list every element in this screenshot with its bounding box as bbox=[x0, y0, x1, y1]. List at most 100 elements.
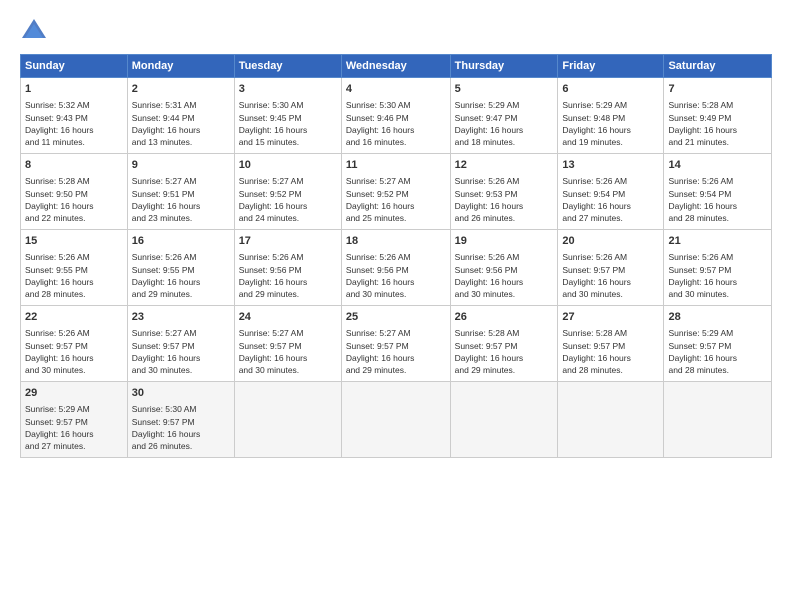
day-number: 16 bbox=[132, 234, 230, 249]
day-info: Sunrise: 5:27 AM Sunset: 9:57 PM Dayligh… bbox=[239, 327, 337, 376]
col-header-tuesday: Tuesday bbox=[234, 55, 341, 78]
day-number: 9 bbox=[132, 158, 230, 173]
day-cell: 7 Sunrise: 5:28 AM Sunset: 9:49 PM Daylig… bbox=[664, 78, 772, 154]
day-cell: 30Sunrise: 5:30 AM Sunset: 9:57 PM Dayli… bbox=[127, 382, 234, 458]
day-number: 10 bbox=[239, 158, 337, 173]
day-info: Sunrise: 5:29 AM Sunset: 9:47 PM Dayligh… bbox=[455, 99, 554, 148]
day-info: Sunrise: 5:26 AM Sunset: 9:57 PM Dayligh… bbox=[668, 251, 767, 300]
header bbox=[20, 16, 772, 44]
header-row: SundayMondayTuesdayWednesdayThursdayFrid… bbox=[21, 55, 772, 78]
day-cell: 21 Sunrise: 5:26 AM Sunset: 9:57 PM Dayli… bbox=[664, 230, 772, 306]
col-header-sunday: Sunday bbox=[21, 55, 128, 78]
day-number: 5 bbox=[455, 82, 554, 97]
day-number: 1 bbox=[25, 82, 123, 97]
day-number: 4 bbox=[346, 82, 446, 97]
col-header-friday: Friday bbox=[558, 55, 664, 78]
day-cell: 19Sunrise: 5:26 AM Sunset: 9:56 PM Dayli… bbox=[450, 230, 558, 306]
day-info: Sunrise: 5:27 AM Sunset: 9:51 PM Dayligh… bbox=[132, 175, 230, 224]
day-info: Sunrise: 5:26 AM Sunset: 9:53 PM Dayligh… bbox=[455, 175, 554, 224]
day-cell: 25 Sunrise: 5:27 AM Sunset: 9:57 PM Dayli… bbox=[341, 306, 450, 382]
day-info: Sunrise: 5:29 AM Sunset: 9:57 PM Dayligh… bbox=[668, 327, 767, 376]
day-cell bbox=[558, 382, 664, 458]
calendar-body: 1 Sunrise: 5:32 AM Sunset: 9:43 PM Daylig… bbox=[21, 78, 772, 458]
day-cell: 9 Sunrise: 5:27 AM Sunset: 9:51 PM Daylig… bbox=[127, 154, 234, 230]
day-cell: 18Sunrise: 5:26 AM Sunset: 9:56 PM Dayli… bbox=[341, 230, 450, 306]
day-info: Sunrise: 5:26 AM Sunset: 9:55 PM Dayligh… bbox=[132, 251, 230, 300]
week-row-1: 1 Sunrise: 5:32 AM Sunset: 9:43 PM Daylig… bbox=[21, 78, 772, 154]
day-number: 3 bbox=[239, 82, 337, 97]
day-cell: 28 Sunrise: 5:29 AM Sunset: 9:57 PM Dayli… bbox=[664, 306, 772, 382]
page: SundayMondayTuesdayWednesdayThursdayFrid… bbox=[0, 0, 792, 612]
week-row-3: 15 Sunrise: 5:26 AM Sunset: 9:55 PM Dayli… bbox=[21, 230, 772, 306]
day-number: 24 bbox=[239, 310, 337, 325]
day-cell: 4 Sunrise: 5:30 AM Sunset: 9:46 PM Daylig… bbox=[341, 78, 450, 154]
week-row-4: 22 Sunrise: 5:26 AM Sunset: 9:57 PM Dayli… bbox=[21, 306, 772, 382]
day-info: Sunrise: 5:30 AM Sunset: 9:57 PM Dayligh… bbox=[132, 403, 230, 452]
day-number: 20 bbox=[562, 234, 659, 249]
day-info: Sunrise: 5:27 AM Sunset: 9:52 PM Dayligh… bbox=[239, 175, 337, 224]
day-cell: 23 Sunrise: 5:27 AM Sunset: 9:57 PM Dayli… bbox=[127, 306, 234, 382]
day-cell bbox=[341, 382, 450, 458]
day-cell: 24 Sunrise: 5:27 AM Sunset: 9:57 PM Dayli… bbox=[234, 306, 341, 382]
day-number: 15 bbox=[25, 234, 123, 249]
day-info: Sunrise: 5:26 AM Sunset: 9:54 PM Dayligh… bbox=[668, 175, 767, 224]
day-info: Sunrise: 5:30 AM Sunset: 9:45 PM Dayligh… bbox=[239, 99, 337, 148]
day-number: 17 bbox=[239, 234, 337, 249]
day-info: Sunrise: 5:26 AM Sunset: 9:57 PM Dayligh… bbox=[25, 327, 123, 376]
day-info: Sunrise: 5:30 AM Sunset: 9:46 PM Dayligh… bbox=[346, 99, 446, 148]
logo-icon bbox=[20, 16, 48, 44]
day-cell bbox=[234, 382, 341, 458]
day-info: Sunrise: 5:27 AM Sunset: 9:57 PM Dayligh… bbox=[132, 327, 230, 376]
day-cell: 16 Sunrise: 5:26 AM Sunset: 9:55 PM Dayli… bbox=[127, 230, 234, 306]
day-cell: 3 Sunrise: 5:30 AM Sunset: 9:45 PM Daylig… bbox=[234, 78, 341, 154]
col-header-monday: Monday bbox=[127, 55, 234, 78]
day-cell: 2Sunrise: 5:31 AM Sunset: 9:44 PM Daylig… bbox=[127, 78, 234, 154]
day-number: 12 bbox=[455, 158, 554, 173]
col-header-thursday: Thursday bbox=[450, 55, 558, 78]
day-number: 14 bbox=[668, 158, 767, 173]
col-header-wednesday: Wednesday bbox=[341, 55, 450, 78]
day-number: 11 bbox=[346, 158, 446, 173]
col-header-saturday: Saturday bbox=[664, 55, 772, 78]
day-info: Sunrise: 5:28 AM Sunset: 9:49 PM Dayligh… bbox=[668, 99, 767, 148]
day-number: 23 bbox=[132, 310, 230, 325]
day-number: 22 bbox=[25, 310, 123, 325]
day-cell: 27 Sunrise: 5:28 AM Sunset: 9:57 PM Dayli… bbox=[558, 306, 664, 382]
day-cell: 10 Sunrise: 5:27 AM Sunset: 9:52 PM Dayli… bbox=[234, 154, 341, 230]
day-info: Sunrise: 5:26 AM Sunset: 9:57 PM Dayligh… bbox=[562, 251, 659, 300]
day-number: 8 bbox=[25, 158, 123, 173]
day-number: 25 bbox=[346, 310, 446, 325]
day-cell: 12 Sunrise: 5:26 AM Sunset: 9:53 PM Dayli… bbox=[450, 154, 558, 230]
day-cell: 8Sunrise: 5:28 AM Sunset: 9:50 PM Daylig… bbox=[21, 154, 128, 230]
day-cell: 11Sunrise: 5:27 AM Sunset: 9:52 PM Dayli… bbox=[341, 154, 450, 230]
day-cell: 17 Sunrise: 5:26 AM Sunset: 9:56 PM Dayli… bbox=[234, 230, 341, 306]
day-info: Sunrise: 5:26 AM Sunset: 9:56 PM Dayligh… bbox=[455, 251, 554, 300]
day-info: Sunrise: 5:32 AM Sunset: 9:43 PM Dayligh… bbox=[25, 99, 123, 148]
day-cell: 15Sunrise: 5:26 AM Sunset: 9:55 PM Dayli… bbox=[21, 230, 128, 306]
day-number: 21 bbox=[668, 234, 767, 249]
day-info: Sunrise: 5:26 AM Sunset: 9:56 PM Dayligh… bbox=[239, 251, 337, 300]
day-cell bbox=[450, 382, 558, 458]
day-cell: 29 Sunrise: 5:29 AM Sunset: 9:57 PM Dayli… bbox=[21, 382, 128, 458]
day-cell: 13Sunrise: 5:26 AM Sunset: 9:54 PM Dayli… bbox=[558, 154, 664, 230]
day-cell: 5 Sunrise: 5:29 AM Sunset: 9:47 PM Daylig… bbox=[450, 78, 558, 154]
day-number: 29 bbox=[25, 386, 123, 401]
week-row-5: 29 Sunrise: 5:29 AM Sunset: 9:57 PM Dayli… bbox=[21, 382, 772, 458]
day-cell: 20 Sunrise: 5:26 AM Sunset: 9:57 PM Dayli… bbox=[558, 230, 664, 306]
day-number: 2 bbox=[132, 82, 230, 97]
day-cell: 22 Sunrise: 5:26 AM Sunset: 9:57 PM Dayli… bbox=[21, 306, 128, 382]
day-number: 26 bbox=[455, 310, 554, 325]
day-info: Sunrise: 5:29 AM Sunset: 9:57 PM Dayligh… bbox=[25, 403, 123, 452]
day-number: 7 bbox=[668, 82, 767, 97]
day-cell bbox=[664, 382, 772, 458]
calendar-header: SundayMondayTuesdayWednesdayThursdayFrid… bbox=[21, 55, 772, 78]
day-info: Sunrise: 5:28 AM Sunset: 9:57 PM Dayligh… bbox=[562, 327, 659, 376]
day-number: 27 bbox=[562, 310, 659, 325]
day-info: Sunrise: 5:27 AM Sunset: 9:57 PM Dayligh… bbox=[346, 327, 446, 376]
day-cell: 1 Sunrise: 5:32 AM Sunset: 9:43 PM Daylig… bbox=[21, 78, 128, 154]
day-cell: 6Sunrise: 5:29 AM Sunset: 9:48 PM Daylig… bbox=[558, 78, 664, 154]
day-info: Sunrise: 5:26 AM Sunset: 9:56 PM Dayligh… bbox=[346, 251, 446, 300]
day-number: 28 bbox=[668, 310, 767, 325]
day-number: 13 bbox=[562, 158, 659, 173]
day-number: 6 bbox=[562, 82, 659, 97]
